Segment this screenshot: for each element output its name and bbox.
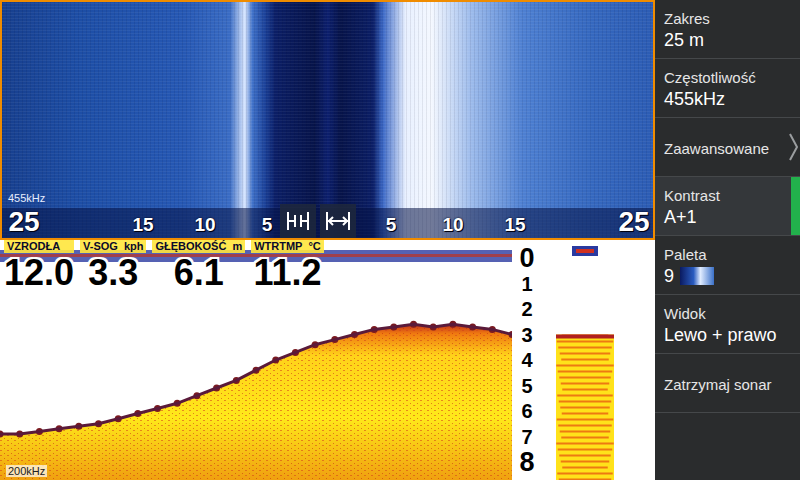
sonar-plot: VZRODŁA12.0V-SOGkph3.3GŁĘBOKOŚĆm6.1WTRTM… bbox=[0, 240, 512, 480]
readout-header: VZRODŁA bbox=[4, 240, 74, 253]
depth-tick: 0 bbox=[519, 243, 534, 274]
depth-scale: 01 23 45 678 bbox=[512, 240, 542, 480]
menu-label: Paleta bbox=[664, 246, 790, 263]
zoom-in-icon[interactable] bbox=[280, 204, 316, 238]
range-tick: 10 bbox=[442, 214, 463, 236]
selection-bar bbox=[791, 177, 800, 235]
sonar-panel[interactable]: VZRODŁA12.0V-SOGkph3.3GŁĘBOKOŚĆm6.1WTRTM… bbox=[0, 240, 655, 480]
readout-header: GŁĘBOKOŚĆ m bbox=[152, 240, 245, 253]
range-scale: 25 15 10 5 5 10 15 25 bbox=[2, 208, 653, 238]
frequency-label: 455kHz bbox=[8, 192, 45, 204]
menu-value: 455kHz bbox=[664, 89, 790, 110]
menu-item[interactable]: Widok Lewo + prawo bbox=[655, 295, 800, 354]
readout-value: 11.2 bbox=[251, 253, 324, 293]
readout: VZRODŁA12.0 bbox=[4, 240, 74, 293]
menu-value-text: Lewo + prawo bbox=[664, 325, 777, 346]
menu-item[interactable]: Zaawansowane bbox=[655, 118, 800, 177]
range-tick: 25 bbox=[8, 206, 39, 238]
readout-label: GŁĘBOKOŚĆ bbox=[155, 240, 226, 253]
range-tick: 25 bbox=[618, 206, 649, 238]
menu-value: A+1 bbox=[664, 207, 790, 228]
zoom-out-icon[interactable] bbox=[320, 204, 356, 238]
depth-tick: 6 bbox=[521, 400, 532, 423]
readout-value: 12.0 bbox=[4, 253, 74, 293]
range-tick: 5 bbox=[386, 214, 397, 236]
menu-value-text: A+1 bbox=[664, 207, 697, 228]
menu-item[interactable]: Kontrast A+1 bbox=[655, 177, 800, 236]
range-tick: 5 bbox=[262, 214, 273, 236]
readout-unit: °C bbox=[308, 240, 320, 253]
sidescan-panel[interactable]: 455kHz 25 15 10 5 5 10 15 25 bbox=[0, 0, 655, 240]
readout-unit: kph bbox=[124, 240, 144, 253]
depth-tick: 2 bbox=[521, 298, 532, 321]
readout-label: V-SOG bbox=[83, 240, 118, 253]
depth-tick: 8 bbox=[519, 447, 534, 478]
readout: GŁĘBOKOŚĆ m6.1 bbox=[152, 240, 245, 293]
readout: WTRTMP °C11.2 bbox=[251, 240, 324, 293]
menu-label: Kontrast bbox=[664, 187, 790, 204]
depth-tick: 4 bbox=[521, 349, 532, 372]
menu-label: Częstotliwość bbox=[664, 69, 790, 86]
flasher-band bbox=[556, 335, 614, 480]
readouts: VZRODŁA12.0V-SOGkph3.3GŁĘBOKOŚĆm6.1WTRTM… bbox=[0, 240, 434, 293]
menu-label: Zatrzymaj sonar bbox=[664, 376, 790, 393]
menu-item[interactable]: Zakres 25 m bbox=[655, 0, 800, 59]
menu-item[interactable]: Częstotliwość 455kHz bbox=[655, 59, 800, 118]
depth-tick: 5 bbox=[521, 374, 532, 397]
menu-item[interactable]: Zatrzymaj sonar bbox=[655, 354, 800, 413]
menu-value-text: 9 bbox=[664, 266, 674, 287]
readout-label: WTRTMP bbox=[254, 240, 302, 253]
menu-label: Widok bbox=[664, 305, 790, 322]
range-tick: 15 bbox=[504, 214, 525, 236]
menu-value-text: 25 m bbox=[664, 30, 704, 51]
readout-label: VZRODŁA bbox=[7, 240, 60, 253]
readout-value: 6.1 bbox=[152, 253, 245, 293]
readout-header: WTRTMP °C bbox=[251, 240, 324, 253]
palette-icon bbox=[680, 267, 714, 285]
depth-tick: 1 bbox=[521, 272, 532, 295]
frequency-label: 200kHz bbox=[6, 465, 47, 477]
menu-value: Lewo + prawo bbox=[664, 325, 790, 346]
range-tick: 15 bbox=[132, 214, 153, 236]
menu-value: 25 m bbox=[664, 30, 790, 51]
chevron-icon bbox=[788, 132, 798, 162]
menu-fill bbox=[655, 413, 800, 480]
menu-label: Zakres bbox=[664, 10, 790, 27]
side-menu: Zakres 25 m Częstotliwość 455kHz Zaawansowan… bbox=[655, 0, 800, 480]
readout-value: 3.3 bbox=[80, 253, 146, 293]
menu-value: 9 bbox=[664, 266, 790, 287]
flasher bbox=[542, 240, 655, 480]
range-tick: 10 bbox=[194, 214, 215, 236]
readout-unit: m bbox=[232, 240, 242, 253]
menu-label: Zaawansowane bbox=[664, 140, 790, 157]
menu-item[interactable]: Paleta 9 bbox=[655, 236, 800, 295]
seabed bbox=[0, 324, 512, 480]
depth-tick: 7 bbox=[521, 425, 532, 448]
depth-tick: 3 bbox=[521, 323, 532, 346]
menu-value-text: 455kHz bbox=[664, 89, 725, 110]
readout: V-SOG kph3.3 bbox=[80, 240, 146, 293]
view-icons bbox=[280, 204, 356, 238]
readout-header: V-SOG kph bbox=[80, 240, 146, 253]
